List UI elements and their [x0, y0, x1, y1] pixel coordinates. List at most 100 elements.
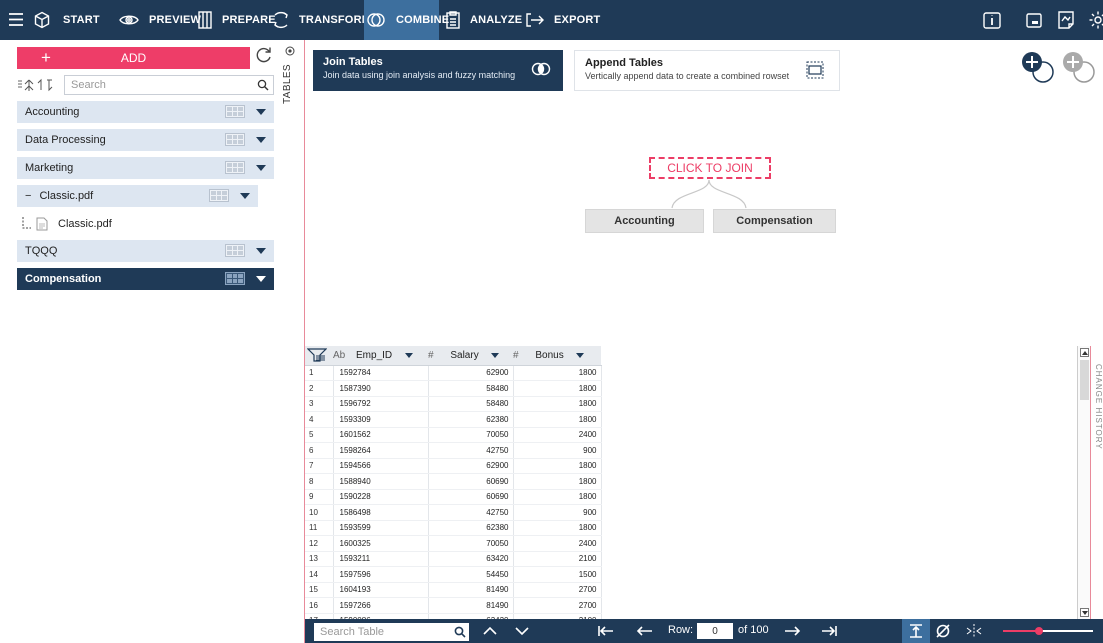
bonus-cell[interactable]: 2100: [513, 551, 602, 567]
row-number-cell[interactable]: 10: [305, 504, 334, 521]
column-header-salary[interactable]: # Salary: [428, 346, 513, 366]
table-row[interactable]: 16 1597266 81490 2700: [305, 597, 602, 614]
add-join-icon[interactable]: [1019, 50, 1055, 86]
emp-id-cell[interactable]: 1588940: [333, 473, 429, 490]
bonus-cell[interactable]: 1800: [513, 380, 602, 397]
join-tables-tab[interactable]: Join Tables Join data using join analysi…: [313, 50, 563, 91]
next-row-icon[interactable]: [783, 623, 801, 639]
salary-cell[interactable]: 60690: [428, 489, 514, 505]
salary-cell[interactable]: 54450: [428, 566, 514, 583]
salary-cell[interactable]: 58480: [428, 396, 514, 412]
emp-id-cell[interactable]: 1594566: [333, 458, 429, 474]
row-number-cell[interactable]: 3: [305, 396, 334, 412]
row-number-cell[interactable]: 14: [305, 566, 334, 583]
join-left-table[interactable]: Accounting: [585, 209, 704, 233]
salary-cell[interactable]: 62380: [428, 411, 514, 428]
bonus-cell[interactable]: 2400: [513, 535, 602, 552]
bonus-cell[interactable]: 1800: [513, 365, 602, 381]
bonus-cell[interactable]: 2700: [513, 582, 602, 598]
row-number-cell[interactable]: 6: [305, 442, 334, 459]
row-number-cell[interactable]: 15: [305, 582, 334, 598]
nav-analyze[interactable]: ANALYZE: [446, 0, 522, 40]
emp-id-cell[interactable]: 1593211: [333, 551, 429, 567]
table-row[interactable]: 8 1588940 60690 1800: [305, 473, 602, 490]
row-number-cell[interactable]: 4: [305, 411, 334, 428]
info-icon[interactable]: [982, 10, 1002, 30]
row-number-cell[interactable]: 2: [305, 380, 334, 397]
menu-icon[interactable]: [9, 13, 23, 26]
emp-id-cell[interactable]: 1597596: [333, 566, 429, 583]
nav-export[interactable]: EXPORT: [526, 0, 600, 40]
salary-cell[interactable]: 42750: [428, 504, 514, 521]
salary-cell[interactable]: 62900: [428, 365, 514, 381]
salary-cell[interactable]: 62900: [428, 458, 514, 474]
bonus-cell[interactable]: 1500: [513, 566, 602, 583]
bonus-cell[interactable]: 1800: [513, 520, 602, 536]
vertical-scrollbar[interactable]: [1077, 346, 1091, 619]
table-item-compensation[interactable]: Compensation: [17, 268, 274, 290]
salary-cell[interactable]: 70050: [428, 427, 514, 443]
nav-transform[interactable]: TRANSFORM: [271, 0, 371, 40]
table-item-accounting[interactable]: Accounting: [17, 101, 274, 123]
scroll-up-icon[interactable]: [1080, 348, 1089, 357]
bonus-cell[interactable]: 2400: [513, 427, 602, 443]
table-row[interactable]: 10 1586498 42750 900: [305, 504, 602, 521]
chevron-down-icon[interactable]: [256, 109, 266, 115]
settings-icon[interactable]: [1088, 10, 1103, 30]
salary-cell[interactable]: 70050: [428, 535, 514, 552]
chevron-down-icon[interactable]: [256, 165, 266, 171]
row-number-cell[interactable]: 11: [305, 520, 334, 536]
table-row[interactable]: 12 1600325 70050 2400: [305, 535, 602, 552]
nav-start[interactable]: START: [33, 0, 100, 40]
table-row[interactable]: 3 1596792 58480 1800: [305, 396, 602, 412]
emp-id-cell[interactable]: 1586498: [333, 504, 429, 521]
fit-height-button[interactable]: [902, 619, 930, 643]
emp-id-cell[interactable]: 1593309: [333, 411, 429, 428]
table-item-marketing[interactable]: Marketing: [17, 157, 274, 179]
zoom-slider-thumb[interactable]: [1035, 627, 1043, 635]
chevron-up-icon[interactable]: [481, 623, 499, 639]
emp-id-cell[interactable]: 1600325: [333, 535, 429, 552]
table-row[interactable]: 4 1593309 62380 1800: [305, 411, 602, 428]
window-icon[interactable]: [1024, 10, 1044, 30]
first-row-icon[interactable]: [597, 623, 615, 639]
chevron-down-icon[interactable]: [404, 352, 413, 358]
search-field[interactable]: [64, 75, 274, 95]
search-icon[interactable]: [257, 79, 269, 91]
nav-prepare[interactable]: PREPARE: [198, 0, 276, 40]
table-row[interactable]: 2 1587390 58480 1800: [305, 380, 602, 397]
scroll-down-icon[interactable]: [1080, 608, 1089, 617]
row-number-cell[interactable]: 5: [305, 427, 334, 443]
table-row[interactable]: 1 1592784 62900 1800: [305, 365, 602, 381]
bonus-cell[interactable]: 1800: [513, 489, 602, 505]
null-filter-icon[interactable]: [934, 623, 952, 639]
emp-id-cell[interactable]: 1601562: [333, 427, 429, 443]
grid-select-corner[interactable]: [305, 346, 333, 366]
bonus-cell[interactable]: 900: [513, 442, 602, 459]
add-join-disabled-icon[interactable]: [1060, 50, 1096, 86]
tables-side-tab[interactable]: TABLES: [281, 44, 299, 114]
row-number-cell[interactable]: 16: [305, 597, 334, 614]
salary-cell[interactable]: 58480: [428, 380, 514, 397]
search-icon[interactable]: [454, 626, 466, 638]
table-row[interactable]: 15 1604193 81490 2700: [305, 582, 602, 598]
row-number-cell[interactable]: 13: [305, 551, 334, 567]
emp-id-cell[interactable]: 1593599: [333, 520, 429, 536]
table-item-classic-pdf[interactable]: − Classic.pdf: [17, 185, 258, 207]
emp-id-cell[interactable]: 1587390: [333, 380, 429, 397]
bonus-cell[interactable]: 1800: [513, 473, 602, 490]
table-item-tqqq[interactable]: TQQQ: [17, 240, 274, 262]
add-button[interactable]: + ADD: [17, 47, 250, 69]
salary-cell[interactable]: 81490: [428, 597, 514, 614]
table-row[interactable]: 9 1590228 60690 1800: [305, 489, 602, 505]
click-to-join-target[interactable]: CLICK TO JOIN: [649, 157, 771, 179]
table-row[interactable]: 11 1593599 62380 1800: [305, 520, 602, 536]
emp-id-cell[interactable]: 1590228: [333, 489, 429, 505]
table-row[interactable]: 7 1594566 62900 1800: [305, 458, 602, 474]
refresh-icon[interactable]: [255, 46, 273, 64]
salary-cell[interactable]: 60690: [428, 473, 514, 490]
search-table-field[interactable]: [314, 623, 469, 641]
salary-cell[interactable]: 42750: [428, 442, 514, 459]
last-row-icon[interactable]: [820, 623, 838, 639]
emp-id-cell[interactable]: 1604193: [333, 582, 429, 598]
